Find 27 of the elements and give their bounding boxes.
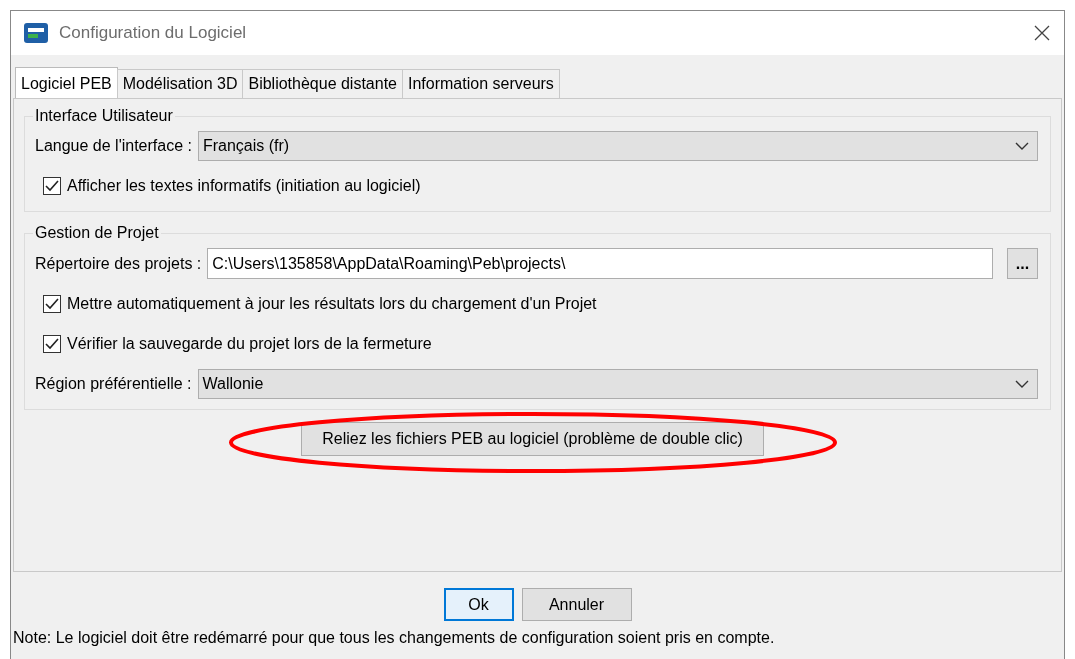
browse-button[interactable]: ... [1007,248,1038,279]
link-files-button[interactable]: Reliez les fichiers PEB au logiciel (problème de double clic) [301,422,764,456]
field-label: Répertoire des projets : [35,254,202,273]
chevron-down-icon [1015,380,1029,388]
group-title: Gestion de Projet [34,224,160,242]
checkbox-label: Mettre automatiquement à jour les résultats lors du chargement d'un Projet [67,295,597,313]
close-icon[interactable] [1032,23,1052,43]
checkbox-label: Afficher les textes informatifs (initiation au logiciel) [67,177,421,195]
group-title: Interface Utilisateur [34,107,174,125]
tab[interactable]: Modélisation 3D [116,69,244,98]
tab[interactable]: Information serveurs [402,69,560,98]
app-icon [23,22,49,44]
field-label: Région préférentielle : [35,375,192,393]
checkbox[interactable] [43,335,61,353]
note-text: Note: Le logiciel doit être redémarré pour que tous les changements de configuration soient pris en compte. [12,628,776,647]
chevron-down-icon [1015,142,1029,150]
path-field[interactable]: C:\Users\135858\AppData\Roaming\Peb\projects\ [207,248,993,279]
field-label: Langue de l'interface : [35,137,192,155]
dropdown[interactable]: Français (fr) [197,131,1038,161]
window-title: Configuration du Logiciel [59,23,247,43]
dialog-button[interactable]: Ok [443,588,514,621]
dropdown[interactable]: Wallonie [197,369,1038,399]
checkbox[interactable] [43,295,61,313]
dialog-button[interactable]: Annuler [521,588,632,621]
checkbox-label: Vérifier la sauvegarde du projet lors de la fermeture [67,335,432,353]
checkbox[interactable] [43,177,61,195]
tab[interactable]: Logiciel PEB [15,67,118,98]
